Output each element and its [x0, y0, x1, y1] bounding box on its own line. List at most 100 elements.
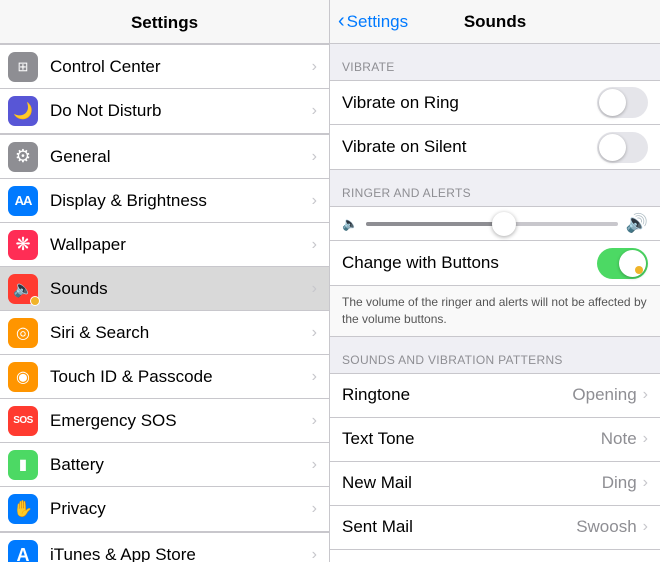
- back-chevron-icon: ‹: [338, 10, 345, 33]
- sidebar-item-touchid[interactable]: ◉ Touch ID & Passcode ›: [0, 355, 329, 399]
- chevron-icon: ›: [643, 518, 648, 536]
- settings-group-2: ⚙ General › AA Display & Brightness › ❋ …: [0, 134, 329, 532]
- chevron-icon: ›: [643, 430, 648, 448]
- sidebar-item-sounds[interactable]: 🔈 Sounds ›: [0, 267, 329, 311]
- vibrate-ring-toggle[interactable]: [597, 87, 648, 118]
- toggle-knob: [599, 134, 626, 161]
- sidebar-item-control-center[interactable]: ⊞ Control Center ›: [0, 45, 329, 89]
- ringer-group: 🔈 🔊 Change with Buttons: [330, 206, 660, 286]
- privacy-icon: ✋: [8, 494, 38, 524]
- text-tone-label: Text Tone: [342, 429, 601, 449]
- touchid-icon: ◉: [8, 362, 38, 392]
- chevron-icon: ›: [312, 500, 317, 518]
- battery-label: Battery: [50, 455, 308, 475]
- wallpaper-icon: ❋: [8, 230, 38, 260]
- text-tone-value: Note: [601, 429, 637, 449]
- sidebar-item-itunes[interactable]: A iTunes & App Store ›: [0, 533, 329, 562]
- chevron-icon: ›: [312, 236, 317, 254]
- right-panel-title: Sounds: [464, 12, 526, 32]
- volume-slider-row[interactable]: 🔈 🔊: [330, 207, 660, 241]
- touchid-label: Touch ID & Passcode: [50, 367, 308, 387]
- sidebar-item-general[interactable]: ⚙ General ›: [0, 135, 329, 179]
- sidebar-item-siri[interactable]: ◎ Siri & Search ›: [0, 311, 329, 355]
- ringtone-value: Opening: [572, 385, 636, 405]
- itunes-label: iTunes & App Store: [50, 545, 308, 562]
- toggle-knob: [619, 250, 646, 277]
- vibrate-silent-label: Vibrate on Silent: [342, 137, 597, 157]
- change-buttons-toggle[interactable]: [597, 248, 648, 279]
- sent-mail-value: Swoosh: [576, 517, 636, 537]
- settings-group-3: A iTunes & App Store ›: [0, 532, 329, 562]
- siri-icon: ◎: [8, 318, 38, 348]
- toggle-knob: [599, 89, 626, 116]
- chevron-icon: ›: [643, 386, 648, 404]
- change-with-buttons-item[interactable]: Change with Buttons: [330, 241, 660, 285]
- left-header-title: Settings: [131, 13, 198, 33]
- vibrate-group: Vibrate on Ring Vibrate on Silent: [330, 80, 660, 170]
- sent-mail-item[interactable]: Sent Mail Swoosh ›: [330, 506, 660, 550]
- vibrate-ring-label: Vibrate on Ring: [342, 93, 597, 113]
- settings-group-1: ⊞ Control Center › 🌙 Do Not Disturb ›: [0, 44, 329, 134]
- display-icon: AA: [8, 186, 38, 216]
- chevron-icon: ›: [312, 546, 317, 562]
- sos-icon: SOS: [8, 406, 38, 436]
- chevron-icon: ›: [312, 192, 317, 210]
- general-label: General: [50, 147, 308, 167]
- left-panel-header: Settings: [0, 0, 329, 44]
- sidebar-item-do-not-disturb[interactable]: 🌙 Do Not Disturb ›: [0, 89, 329, 133]
- chevron-icon: ›: [312, 324, 317, 342]
- vibrate-silent-toggle[interactable]: [597, 132, 648, 163]
- chevron-icon: ›: [643, 474, 648, 492]
- vibrate-on-ring-item[interactable]: Vibrate on Ring: [330, 81, 660, 125]
- chevron-icon: ›: [312, 368, 317, 386]
- control-center-label: Control Center: [50, 57, 308, 77]
- sidebar-item-wallpaper[interactable]: ❋ Wallpaper ›: [0, 223, 329, 267]
- siri-label: Siri & Search: [50, 323, 308, 343]
- new-mail-label: New Mail: [342, 473, 602, 493]
- volume-low-icon: 🔈: [342, 216, 358, 232]
- do-not-disturb-label: Do Not Disturb: [50, 101, 308, 121]
- itunes-icon: A: [8, 540, 38, 562]
- general-icon: ⚙: [8, 142, 38, 172]
- patterns-section-label: SOUNDS AND VIBRATION PATTERNS: [330, 337, 660, 373]
- chevron-icon: ›: [312, 456, 317, 474]
- sounds-icon: 🔈: [8, 274, 38, 304]
- control-center-icon: ⊞: [8, 52, 38, 82]
- vibrate-on-silent-item[interactable]: Vibrate on Silent: [330, 125, 660, 169]
- text-tone-item[interactable]: Text Tone Note ›: [330, 418, 660, 462]
- calendar-alerts-item[interactable]: Calendar Alerts Chord ›: [330, 550, 660, 562]
- display-label: Display & Brightness: [50, 191, 308, 211]
- right-panel-header: ‹ Settings Sounds: [330, 0, 660, 44]
- sidebar-item-sos[interactable]: SOS Emergency SOS ›: [0, 399, 329, 443]
- do-not-disturb-icon: 🌙: [8, 96, 38, 126]
- chevron-icon: ›: [312, 280, 317, 298]
- chevron-icon: ›: [312, 102, 317, 120]
- sounds-label: Sounds: [50, 279, 308, 299]
- back-label: Settings: [347, 12, 408, 32]
- volume-slider-fill: [366, 222, 504, 226]
- sounds-right-panel: ‹ Settings Sounds VIBRATE Vibrate on Rin…: [330, 0, 660, 562]
- chevron-icon: ›: [312, 58, 317, 76]
- ringtone-item[interactable]: Ringtone Opening ›: [330, 374, 660, 418]
- info-box: The volume of the ringer and alerts will…: [330, 286, 660, 337]
- chevron-icon: ›: [312, 148, 317, 166]
- back-button[interactable]: ‹ Settings: [338, 10, 408, 33]
- sidebar-item-battery[interactable]: ▮ Battery ›: [0, 443, 329, 487]
- vibrate-section-label: VIBRATE: [330, 44, 660, 80]
- ringer-section-label: RINGER AND ALERTS: [330, 170, 660, 206]
- chevron-icon: ›: [312, 412, 317, 430]
- change-buttons-label: Change with Buttons: [342, 253, 597, 273]
- sent-mail-label: Sent Mail: [342, 517, 576, 537]
- info-text: The volume of the ringer and alerts will…: [342, 295, 647, 326]
- volume-high-icon: 🔊: [626, 213, 648, 234]
- toggle-dot: [635, 266, 643, 274]
- sidebar-item-privacy[interactable]: ✋ Privacy ›: [0, 487, 329, 531]
- right-panel-scroll[interactable]: VIBRATE Vibrate on Ring Vibrate on Silen…: [330, 44, 660, 562]
- battery-icon: ▮: [8, 450, 38, 480]
- volume-slider-thumb[interactable]: [492, 212, 516, 236]
- sos-label: Emergency SOS: [50, 411, 308, 431]
- volume-slider-track[interactable]: [366, 222, 617, 226]
- sidebar-item-display[interactable]: AA Display & Brightness ›: [0, 179, 329, 223]
- new-mail-item[interactable]: New Mail Ding ›: [330, 462, 660, 506]
- new-mail-value: Ding: [602, 473, 637, 493]
